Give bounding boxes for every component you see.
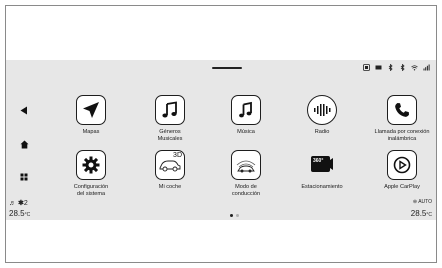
right-temp-unit: °C: [426, 212, 432, 218]
app-label: Géneros Musicales: [157, 129, 183, 142]
settings-gear-icon: [76, 150, 106, 180]
app-label: Música: [237, 129, 255, 135]
app-apple-carplay[interactable]: Apple CarPlay: [362, 150, 442, 191]
device-frame: ♬ ✱2 28.5°C ⊜ AUTO 28.5°C Mapas Géneros …: [5, 5, 437, 263]
screen-mirror-icon: [363, 64, 370, 71]
wifi-icon: [411, 65, 418, 71]
app-label: Apple CarPlay: [384, 184, 420, 190]
page-dot: [236, 214, 239, 217]
app-generos-musicales[interactable]: Géneros Musicales: [130, 95, 210, 143]
app-musica[interactable]: Música: [206, 95, 286, 136]
seat-fan-icon: ♬ ✱: [9, 200, 24, 207]
carplay-icon: [387, 150, 417, 180]
music-notes-icon: [155, 95, 185, 125]
back-button[interactable]: [20, 106, 28, 118]
left-temperature[interactable]: 28.5°C: [9, 209, 30, 218]
auto-mode-label: AUTO: [418, 199, 432, 205]
apps-button[interactable]: [20, 173, 28, 184]
navigation-arrow-icon: [76, 95, 106, 125]
left-temp-value: 28.5: [9, 209, 25, 218]
home-button[interactable]: [20, 140, 29, 152]
right-temperature[interactable]: 28.5°C: [411, 209, 432, 218]
page-indicator[interactable]: [230, 214, 239, 217]
badge-360: 360°: [313, 158, 324, 164]
fan-control[interactable]: ♬ ✱2: [9, 199, 28, 207]
app-label: Mapas: [82, 129, 100, 135]
drive-mode-icon: [231, 150, 261, 180]
back-icon: [20, 106, 27, 115]
right-temp-value: 28.5: [410, 209, 427, 218]
auto-fan-icon: ⊜: [412, 199, 418, 205]
car-3d-icon: 3D: [155, 150, 185, 180]
badge-3d: 3D: [173, 152, 182, 159]
app-label: Radio: [314, 129, 330, 135]
app-radio[interactable]: Radio: [282, 95, 362, 136]
music-note-icon: [231, 95, 261, 125]
app-modo-conduccion[interactable]: Modo de conducción: [206, 150, 286, 198]
bluetooth-alt-icon: [400, 64, 405, 71]
app-configuracion[interactable]: Configuración del sistema: [51, 150, 131, 198]
app-mi-coche[interactable]: 3D Mi coche: [130, 150, 210, 191]
app-estacionamiento[interactable]: 360° Estacionamiento: [282, 150, 362, 191]
app-mapas[interactable]: Mapas: [51, 95, 131, 136]
apps-grid-icon: [20, 173, 28, 181]
status-bar: [363, 64, 430, 71]
infotainment-screen: ♬ ✱2 28.5°C ⊜ AUTO 28.5°C Mapas Géneros …: [6, 60, 436, 220]
radio-waves-icon: [307, 95, 337, 125]
home-icon: [20, 140, 29, 149]
signal-icon: [423, 64, 430, 71]
left-temp-unit: °C: [24, 212, 31, 218]
phone-icon: [387, 95, 417, 125]
battery-icon: [375, 65, 382, 70]
app-label: Llamada por conexión inalámbrica: [374, 129, 430, 142]
drag-handle[interactable]: [212, 67, 242, 69]
parking-360-icon: 360°: [307, 150, 337, 180]
app-llamada-inalambrica[interactable]: Llamada por conexión inalámbrica: [362, 95, 442, 143]
page-dot-active: [230, 214, 233, 217]
app-label: Mi coche: [158, 184, 182, 190]
app-label: Estacionamiento: [301, 184, 343, 190]
fan-level: 2: [23, 200, 28, 207]
app-label: Configuración del sistema: [73, 184, 109, 197]
bluetooth-icon: [388, 64, 393, 71]
auto-mode[interactable]: ⊜ AUTO: [413, 199, 432, 205]
app-label: Modo de conducción: [231, 184, 261, 197]
